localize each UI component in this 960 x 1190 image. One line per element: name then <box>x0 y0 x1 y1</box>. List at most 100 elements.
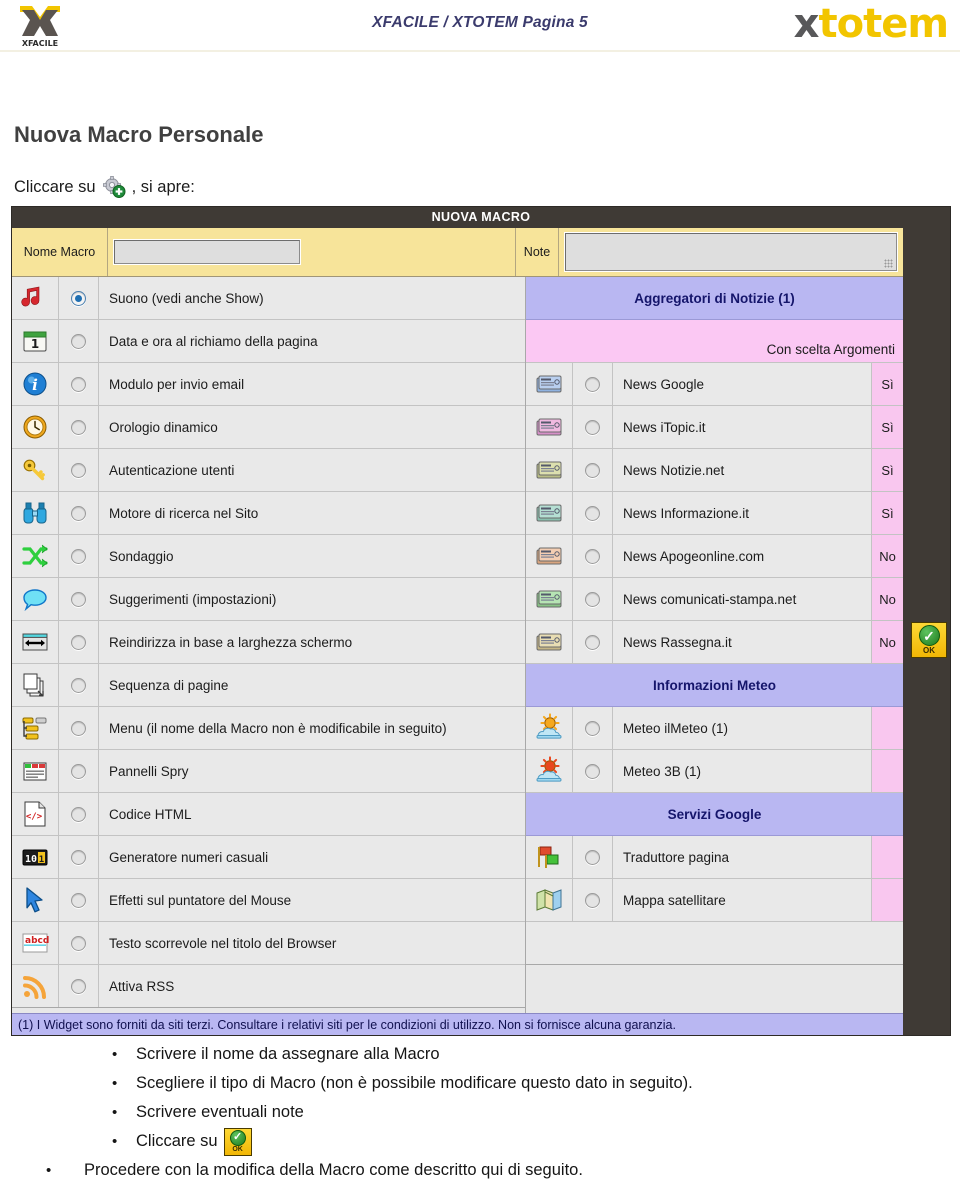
macro-type-radio[interactable] <box>71 720 86 736</box>
macro-type-radio-cell[interactable] <box>573 492 613 534</box>
macro-name-input[interactable] <box>114 240 300 264</box>
instruction-text: Cliccare su <box>136 1132 218 1150</box>
macro-type-row[interactable]: News iTopic.it Sì <box>526 406 903 449</box>
macro-type-radio[interactable] <box>71 548 86 564</box>
macro-type-radio[interactable] <box>71 935 86 951</box>
macro-type-radio-cell[interactable] <box>59 793 99 835</box>
note-textarea[interactable] <box>565 233 897 271</box>
macro-type-radio[interactable] <box>585 892 600 908</box>
check-icon: ✓ <box>918 625 940 646</box>
macro-type-radio[interactable] <box>585 591 600 607</box>
newspaper-green-icon <box>526 578 573 620</box>
macro-type-radio-cell[interactable] <box>59 922 99 964</box>
macro-type-left-column: Suono (vedi anche Show) 1 Data e ora al ri… <box>12 277 526 1013</box>
macro-type-radio-cell[interactable] <box>59 750 99 792</box>
macro-type-radio[interactable] <box>71 462 86 478</box>
macro-type-row[interactable]: Orologio dinamico <box>12 406 525 449</box>
macro-type-radio[interactable] <box>71 892 86 908</box>
macro-type-row[interactable]: News comunicati-stampa.net No <box>526 578 903 621</box>
macro-type-radio-cell[interactable] <box>59 535 99 577</box>
info-icon: i <box>12 363 59 405</box>
instruction-item: • Scrivere il nome da assegnare alla Macr… <box>0 1040 960 1069</box>
macro-type-row[interactable]: News Google Sì <box>526 363 903 406</box>
macro-type-row[interactable]: Traduttore pagina <box>526 836 903 879</box>
macro-type-row[interactable]: Effetti sul puntatore del Mouse <box>12 879 525 922</box>
macro-type-radio-cell[interactable] <box>59 492 99 534</box>
macro-type-radio-cell[interactable] <box>573 363 613 405</box>
macro-type-radio[interactable] <box>585 505 600 521</box>
macro-type-row[interactable]: 10 1 Generatore numeri casuali <box>12 836 525 879</box>
macro-type-row[interactable]: News Notizie.net Sì <box>526 449 903 492</box>
macro-type-radio[interactable] <box>71 591 86 607</box>
macro-type-radio[interactable] <box>71 419 86 435</box>
macro-type-radio-cell[interactable] <box>59 449 99 491</box>
macro-type-row[interactable]: Meteo ilMeteo (1) <box>526 707 903 750</box>
macro-type-radio-cell[interactable] <box>573 406 613 448</box>
macro-type-row[interactable]: Autenticazione utenti <box>12 449 525 492</box>
macro-type-label: Pannelli Spry <box>109 763 189 779</box>
macro-type-row[interactable]: </> Codice HTML <box>12 793 525 836</box>
macro-type-radio[interactable] <box>585 548 600 564</box>
macro-type-radio-cell[interactable] <box>59 965 99 1007</box>
ok-button[interactable]: ✓ OK <box>911 622 947 658</box>
macro-type-radio-cell[interactable] <box>573 836 613 878</box>
macro-type-row[interactable]: 1 Data e ora al richiamo della pagina <box>12 320 525 363</box>
macro-type-row[interactable]: Suggerimenti (impostazioni) <box>12 578 525 621</box>
macro-type-radio[interactable] <box>71 763 86 779</box>
resize-handle-icon[interactable] <box>884 259 893 268</box>
macro-type-radio-cell[interactable] <box>573 578 613 620</box>
macro-type-radio[interactable] <box>585 763 600 779</box>
macro-type-radio-cell[interactable] <box>573 707 613 749</box>
macro-type-radio-cell[interactable] <box>573 535 613 577</box>
macro-type-radio-cell[interactable] <box>573 449 613 491</box>
macro-type-radio[interactable] <box>585 634 600 650</box>
macro-type-row[interactable]: Sequenza di pagine <box>12 664 525 707</box>
macro-type-radio[interactable] <box>585 376 600 392</box>
macro-type-radio-cell[interactable] <box>59 406 99 448</box>
macro-type-right-column: Aggregatori di Notizie (1) Con scelta Arg… <box>526 277 903 1013</box>
macro-type-radio-cell[interactable] <box>59 836 99 878</box>
macro-type-row[interactable]: Motore di ricerca nel Sito <box>12 492 525 535</box>
macro-type-label: News iTopic.it <box>623 419 706 435</box>
macro-type-row[interactable]: Menu (il nome della Macro non è modifica… <box>12 707 525 750</box>
macro-type-row[interactable]: Attiva RSS <box>12 965 525 1008</box>
macro-type-radio[interactable] <box>71 333 86 349</box>
macro-type-row[interactable]: Meteo 3B (1) <box>526 750 903 793</box>
macro-type-radio[interactable] <box>71 505 86 521</box>
macro-type-row[interactable]: Reindirizza in base a larghezza schermo <box>12 621 525 664</box>
macro-type-radio[interactable] <box>71 634 86 650</box>
macro-type-radio-cell[interactable] <box>59 879 99 921</box>
macro-type-radio[interactable] <box>585 462 600 478</box>
macro-type-radio[interactable] <box>71 806 86 822</box>
macro-type-radio[interactable] <box>585 419 600 435</box>
macro-type-radio[interactable] <box>71 677 86 693</box>
macro-type-radio[interactable] <box>585 849 600 865</box>
macro-type-row[interactable]: i Modulo per invio email <box>12 363 525 406</box>
macro-type-row[interactable]: Suono (vedi anche Show) <box>12 277 525 320</box>
macro-type-radio-cell[interactable] <box>573 879 613 921</box>
macro-type-radio-cell[interactable] <box>59 664 99 706</box>
macro-type-radio-cell[interactable] <box>59 320 99 362</box>
xtotem-logo-totem: totem <box>818 1 949 47</box>
macro-type-row[interactable]: News Informazione.it Sì <box>526 492 903 535</box>
macro-type-row[interactable]: abcd Testo scorrevole nel titolo del Brow… <box>12 922 525 965</box>
macro-type-radio-cell[interactable] <box>59 277 99 319</box>
macro-type-row[interactable]: Pannelli Spry <box>12 750 525 793</box>
macro-type-radio[interactable] <box>71 978 86 994</box>
macro-type-radio[interactable] <box>71 290 86 306</box>
macro-type-radio[interactable] <box>585 720 600 736</box>
page-title: Nuova Macro Personale <box>14 122 264 147</box>
macro-type-radio-cell[interactable] <box>573 750 613 792</box>
macro-type-radio-cell[interactable] <box>59 621 99 663</box>
macro-type-radio-cell[interactable] <box>573 621 613 663</box>
macro-type-radio-cell[interactable] <box>59 363 99 405</box>
macro-type-row[interactable]: Sondaggio <box>12 535 525 578</box>
svg-text:1: 1 <box>39 855 44 865</box>
macro-type-radio-cell[interactable] <box>59 707 99 749</box>
macro-type-row[interactable]: News Apogeonline.com No <box>526 535 903 578</box>
macro-type-radio[interactable] <box>71 376 86 392</box>
macro-type-row[interactable]: Mappa satellitare <box>526 879 903 922</box>
macro-type-row[interactable]: News Rassegna.it No <box>526 621 903 664</box>
macro-type-radio-cell[interactable] <box>59 578 99 620</box>
macro-type-radio[interactable] <box>71 849 86 865</box>
